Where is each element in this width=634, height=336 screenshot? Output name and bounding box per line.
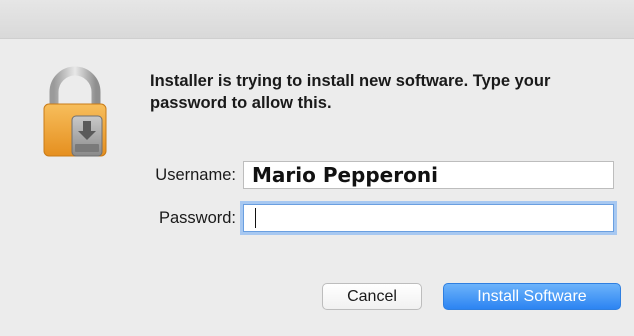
install-software-button[interactable]: Install Software (443, 283, 621, 310)
password-label: Password: (158, 208, 236, 227)
cancel-button[interactable]: Cancel (322, 283, 422, 310)
password-field[interactable] (243, 204, 614, 232)
username-field[interactable]: Mario Pepperoni (243, 161, 614, 189)
dialog-message: Installer is trying to install new softw… (150, 72, 551, 112)
text-caret (255, 208, 256, 228)
lock-installer-icon (42, 64, 108, 164)
username-label: Username: (155, 165, 236, 184)
username-value: Mario Pepperoni (252, 163, 438, 187)
password-row: Password: (140, 202, 614, 234)
window-titlebar (0, 0, 634, 39)
username-row: Username: Mario Pepperoni (140, 159, 614, 191)
